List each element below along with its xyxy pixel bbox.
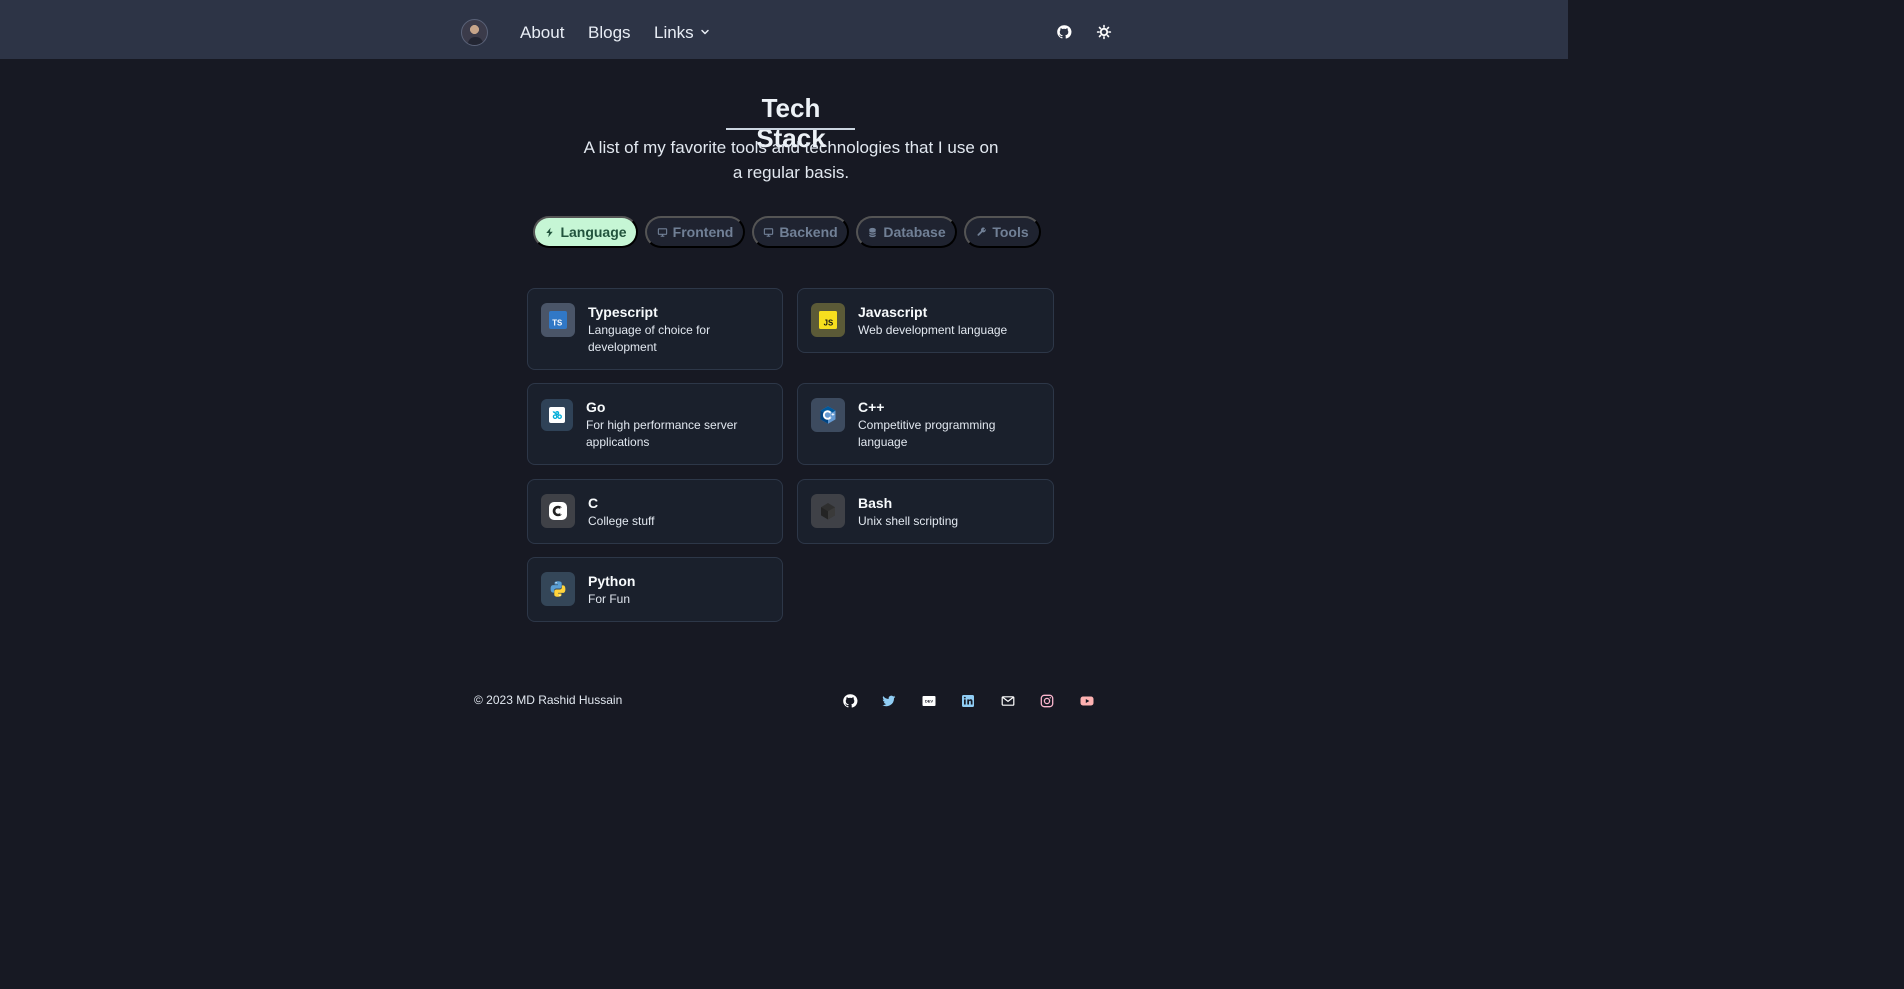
card-description: Competitive programming language [858,418,996,449]
github-icon[interactable] [1056,24,1072,40]
tech-card-typescript[interactable]: TS Typescript Language of choice for dev… [527,288,783,370]
card-description: For high performance server applications [586,418,738,449]
tab-tools-label: Tools [992,224,1029,240]
nav-links-menu[interactable]: Links [654,23,694,43]
bash-icon [811,494,845,528]
card-description: Web development language [858,323,1008,337]
tab-database-label: Database [883,224,946,240]
svg-text:TS: TS [552,319,562,328]
monitor-icon [764,227,774,237]
javascript-icon: JS [811,303,845,337]
instagram-icon[interactable] [1039,693,1055,709]
tab-frontend[interactable]: Frontend [645,216,745,248]
svg-text:JS: JS [824,319,834,328]
tech-card-javascript[interactable]: JS Javascript Web development language [797,288,1054,353]
top-navbar: About Blogs Links [0,0,1568,59]
page-subtitle: A list of my favorite tools and technolo… [583,138,999,182]
card-title: Go [586,399,606,415]
database-icon [869,227,877,237]
youtube-icon[interactable] [1079,693,1095,709]
footer-copyright: © 2023 MD Rashid Hussain [474,693,623,707]
typescript-icon: TS [541,303,575,337]
linkedin-icon[interactable] [960,693,976,709]
card-description: College stuff [588,514,655,528]
monitor-icon [657,227,667,237]
theme-toggle-icon[interactable] [1096,24,1112,40]
tab-frontend-label: Frontend [672,224,734,240]
card-title: C++ [858,399,885,415]
card-title: Python [588,573,636,589]
dev-icon[interactable]: DEV [921,693,937,709]
svg-text:DEV: DEV [925,699,934,704]
tech-card-cpp[interactable]: C++ Competitive programming language [797,383,1054,465]
tab-database[interactable]: Database [856,216,957,248]
tab-language[interactable]: Language [533,216,638,248]
twitter-icon[interactable] [881,693,897,709]
nav-about-link[interactable]: About [520,23,564,43]
footer-social-links: DEV [842,693,1102,709]
title-underline [726,128,855,130]
tech-card-bash[interactable]: Bash Unix shell scripting [797,479,1054,544]
go-icon [541,399,573,431]
tab-backend-label: Backend [779,224,838,240]
bolt-icon [546,227,554,237]
tech-card-c[interactable]: C College stuff [527,479,783,544]
card-title: C [588,495,599,511]
card-title: Typescript [588,304,658,320]
wrench-icon [977,226,987,236]
c-icon [541,494,575,528]
github-icon[interactable] [842,693,858,709]
tab-backend[interactable]: Backend [752,216,849,248]
tab-language-label: Language [560,224,627,240]
card-description: Language of choice for development [588,323,711,354]
card-description: Unix shell scripting [858,514,959,528]
avatar[interactable] [461,19,488,46]
tab-tools[interactable]: Tools [964,216,1041,248]
chevron-down-icon[interactable] [700,27,710,37]
tech-card-go[interactable]: Go For high performance server applicati… [527,383,783,465]
card-title: Javascript [858,304,928,320]
python-icon [541,572,575,606]
card-title: Bash [858,495,893,511]
cpp-icon [811,398,845,432]
nav-blogs-link[interactable]: Blogs [588,23,631,43]
tech-card-python[interactable]: Python For Fun [527,557,783,622]
mail-icon[interactable] [1000,693,1016,709]
card-description: For Fun [588,592,631,606]
